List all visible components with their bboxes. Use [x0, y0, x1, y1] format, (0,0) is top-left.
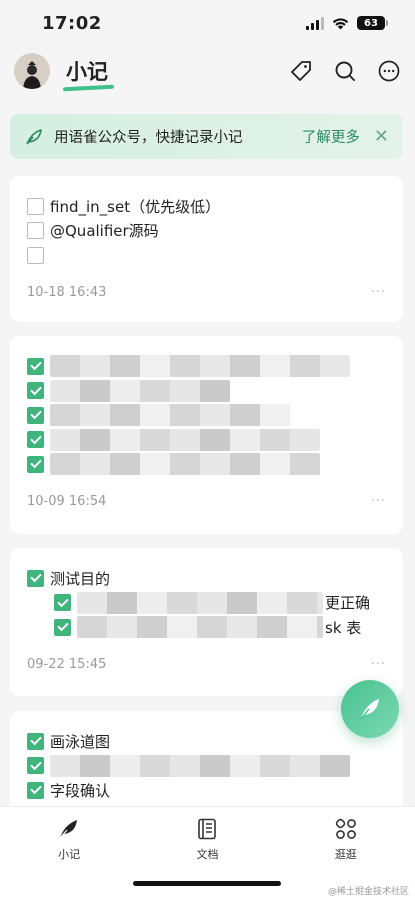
checklist-item: 测试目的 [27, 566, 386, 590]
watermark: @稀土掘金技术社区 [327, 887, 409, 897]
checklist-text: sk 表 [325, 618, 362, 637]
blurred-text [50, 428, 320, 451]
checklist-item [27, 403, 386, 427]
header-actions [289, 59, 401, 83]
blurred-text [50, 355, 350, 377]
checklist-item: @Qualifier源码 [27, 219, 386, 243]
blurred-text [77, 591, 323, 614]
blurred-text [50, 754, 350, 777]
wechat-banner: 用语雀公众号，快捷记录小记 了解更多 ✕ [10, 114, 403, 159]
checkbox-checked[interactable] [27, 357, 44, 375]
checkbox-checked[interactable] [27, 732, 44, 750]
checklist-text: 字段确认 [50, 781, 111, 800]
checklist-item [27, 428, 386, 452]
feather-icon [26, 128, 42, 145]
timestamp: 09-22 15:45 [27, 657, 107, 672]
checkbox-checked[interactable] [27, 569, 44, 587]
grid-icon [335, 818, 356, 839]
tag-icon[interactable] [289, 59, 313, 83]
checkbox-checked[interactable] [27, 757, 44, 774]
feather-icon [59, 820, 78, 839]
checkbox-checked[interactable] [27, 382, 44, 399]
status-icons: 63 [306, 16, 388, 30]
battery-level: 63 [364, 17, 378, 29]
card-footer: 10-18 16:43 ··· [27, 285, 386, 300]
checklist-text: @Qualifier源码 [50, 222, 159, 240]
timestamp: 10-18 16:43 [27, 285, 107, 300]
blurred-text [50, 453, 320, 475]
checkbox-checked[interactable] [27, 455, 44, 473]
header: 小记 [0, 46, 415, 96]
checkbox-checked[interactable] [54, 618, 71, 636]
new-note-button[interactable] [341, 680, 399, 738]
status-bar: 17:02 63 [0, 0, 415, 46]
checklist-item [27, 354, 386, 378]
tab-label: 文档 [196, 848, 219, 861]
card-footer: 10-09 16:54 ··· [27, 494, 386, 509]
tab-label: 逛逛 [334, 848, 357, 861]
checkbox[interactable] [27, 222, 44, 239]
checkbox-checked[interactable] [27, 406, 44, 424]
checklist-item: 画泳道图 [27, 729, 386, 753]
learn-more-link[interactable]: 了解更多 [302, 126, 360, 147]
book-icon [198, 818, 217, 840]
wifi-icon [332, 17, 349, 29]
checkbox-checked[interactable] [27, 431, 44, 448]
close-icon[interactable]: ✕ [374, 126, 389, 147]
checkbox[interactable] [27, 246, 44, 264]
checklist-item [27, 754, 386, 778]
checklist-text: 测试目的 [50, 569, 111, 588]
page-title: 小记 [66, 56, 108, 86]
more-options-icon[interactable]: ··· [371, 657, 386, 672]
note-card[interactable]: find_in_set（优先级低） @Qualifier源码 10-18 16:… [10, 176, 403, 322]
blurred-text [50, 404, 290, 426]
checklist-text: find_in_set（优先级低） [50, 197, 221, 216]
timestamp: 10-09 16:54 [27, 494, 107, 509]
battery-icon: 63 [357, 16, 388, 30]
checkbox[interactable] [27, 197, 44, 215]
banner-text: 用语雀公众号，快捷记录小记 [54, 130, 243, 146]
blurred-text [77, 616, 323, 638]
search-icon[interactable] [333, 59, 357, 83]
checklist-text: 画泳道图 [50, 732, 111, 751]
card-footer: 09-22 15:45 ··· [27, 657, 386, 672]
signal-icon [306, 16, 324, 30]
checkbox-checked[interactable] [27, 781, 44, 799]
note-card[interactable]: 测试目的 更正确 sk 表 09-22 15:45 ··· [10, 548, 403, 696]
avatar[interactable] [14, 53, 50, 89]
status-time: 17:02 [42, 12, 102, 34]
feather-icon [360, 699, 379, 720]
checkbox-checked[interactable] [54, 594, 71, 611]
checklist-item: 字段确认 [27, 778, 386, 802]
tab-label: 小记 [58, 848, 81, 861]
checklist-item: sk 表 [54, 615, 386, 639]
home-indicator [133, 881, 281, 886]
checklist-item [27, 243, 386, 267]
more-icon[interactable] [377, 59, 401, 83]
checklist-item [27, 379, 386, 403]
blurred-text [50, 379, 230, 402]
more-options-icon[interactable]: ··· [371, 494, 386, 509]
checklist-item: find_in_set（优先级低） [27, 194, 386, 218]
checklist-text: 更正确 [325, 594, 371, 612]
tab-notes[interactable]: 小记 [29, 817, 109, 862]
tab-explore[interactable]: 逛逛 [306, 817, 386, 862]
tab-docs[interactable]: 文档 [167, 817, 247, 862]
note-card[interactable]: 10-09 16:54 ··· [10, 336, 403, 534]
more-options-icon[interactable]: ··· [371, 285, 386, 300]
checklist-item: 更正确 [54, 591, 386, 615]
checklist-item [27, 452, 386, 476]
